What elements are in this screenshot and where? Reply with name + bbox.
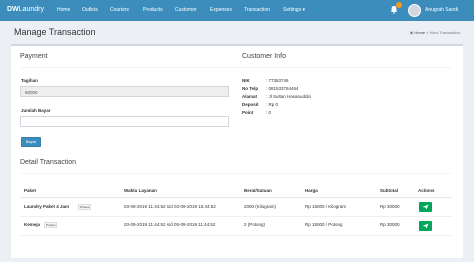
nav-settings-dropdown[interactable]: Settings ▾ [283,7,305,13]
caret-down-icon: ▾ [302,7,305,13]
deposit-label: Deposit [242,102,259,107]
send-icon [422,223,429,229]
col-paket: Paket [24,188,37,193]
row1-waktu: 03-09-2019 11:44:52 s/d 03-09-2019 15:44… [124,204,216,209]
nik-value: : 77363746 [266,78,289,83]
info-alamat: Alamat : Jl Sultan Hasanuddin [242,94,311,99]
row1-harga: Rp 15000 / Kilogram [305,204,347,209]
point-value: : 0 [266,110,272,115]
nik-label: NIK [242,78,250,83]
send-icon [422,204,429,210]
col-subtotal: Subtotal [380,188,398,193]
nav-customer[interactable]: Customer [175,7,197,13]
row2-status-badge: Proses [44,222,58,228]
point-label: Point [242,110,254,115]
tagihan-label: Tagihan [21,78,38,83]
row2-berat: 2 (Potong) [244,222,266,227]
customer-info-title: Customer Info [242,53,286,60]
row-divider [20,216,452,217]
breadcrumb-home[interactable]: Home [414,30,425,35]
divider [20,173,452,174]
nav-outlets[interactable]: Outlets [82,7,98,13]
user-name[interactable]: Anugrah Sandi [425,7,458,13]
nav-products[interactable]: Products [143,7,163,13]
col-berat: Berat/Satuan [244,188,272,193]
nav-couriers[interactable]: Couriers [110,7,129,13]
notification-badge [396,2,402,8]
nav-expenses[interactable]: Expenses [210,7,232,13]
breadcrumb-current: View Transaction [429,30,460,35]
row-divider [20,235,452,236]
brand-logo[interactable]: DWLaundry [7,6,44,13]
detail-transaction-title: Detail Transaction [20,159,77,166]
brand-rest: Laundry [18,6,44,13]
row1-paket: Laundry Paket 4 Jam [24,204,70,209]
header-divider [20,197,452,198]
deposit-value: : Rp 0 [266,102,279,107]
info-telp: No Telp : 081533764464 [242,86,299,91]
breadcrumb-separator: > [426,30,429,35]
jumlah-bayar-label: Jumlah Bayar [21,108,51,113]
user-avatar[interactable] [408,4,421,17]
row2-paket: Kemeja [24,222,41,227]
row1-berat: 2000 (Kilogram) [244,204,277,209]
nav-transaction[interactable]: Transaction [244,7,270,13]
row2-action-button[interactable] [419,221,432,231]
page-title: Manage Transaction [14,27,96,37]
row1-status-badge: Proses [78,204,92,210]
payment-title: Payment [20,53,48,60]
brand-bold: DW [7,6,19,13]
col-actions: Actions [418,188,435,193]
telp-value: : 081533764464 [266,86,299,91]
telp-label: No Telp [242,86,259,91]
alamat-value: : Jl Sultan Hasanuddin [266,94,312,99]
nav-home[interactable]: Home [57,7,70,13]
dashboard-icon: ◉ [409,30,414,35]
divider [20,67,452,68]
row2-waktu: 03-09-2019 11:44:52 s/d 05-09-2019 11:44… [124,222,216,227]
col-waktu: Waktu Layanan [124,188,157,193]
top-navbar: DWLaundry Home Outlets Couriers Products… [0,0,474,21]
tagihan-field: 60000 [20,86,229,97]
breadcrumb: ◉ Home > View Transaction [410,30,460,35]
row2-harga: Rp 15000 / Potong [305,222,343,227]
settings-label: Settings [283,7,302,13]
info-nik: NIK : 77363746 [242,78,289,83]
jumlah-bayar-input[interactable] [20,116,229,127]
info-deposit: Deposit : Rp 0 [242,102,278,107]
alamat-label: Alamat [242,94,258,99]
col-harga: Harga [305,188,318,193]
row1-subtotal: Rp 30000 [380,204,400,209]
info-point: Point : 0 [242,110,271,115]
row1-action-button[interactable] [419,202,432,212]
row2-subtotal: Rp 30000 [380,222,400,227]
bayar-button[interactable]: Bayar [21,137,41,147]
